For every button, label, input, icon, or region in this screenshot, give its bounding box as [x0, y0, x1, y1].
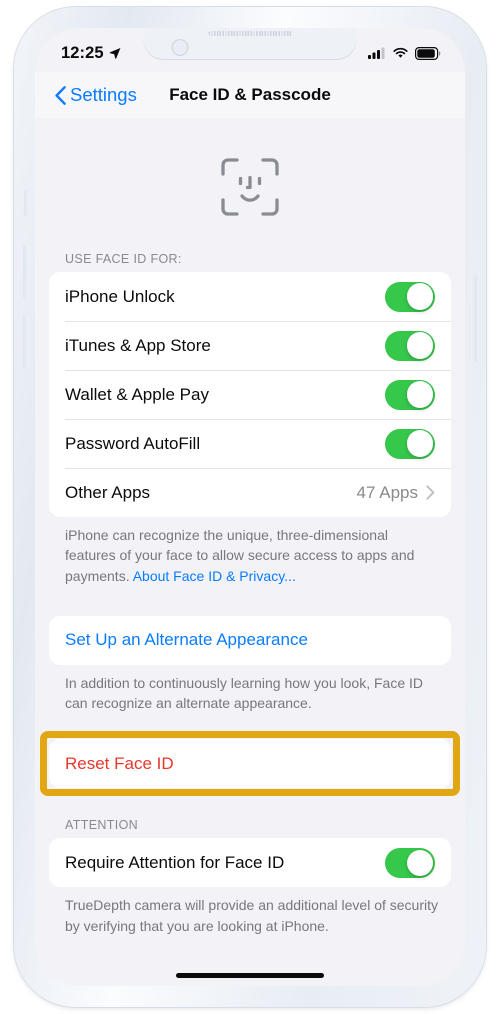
status-bar-left: 12:25	[61, 44, 121, 63]
row-reset-face-id[interactable]: Reset Face ID	[49, 739, 451, 788]
row-label: Password AutoFill	[65, 433, 201, 453]
row-wallet-apple-pay[interactable]: Wallet & Apple Pay	[49, 370, 451, 419]
face-id-icon	[221, 158, 279, 216]
iphone-device-frame: 12:25 Settings Face ID & Passcode USE FA…	[14, 7, 486, 1007]
cellular-bars-icon	[368, 47, 385, 59]
toggle-wallet-apple-pay[interactable]	[385, 379, 435, 410]
side-power-button[interactable]	[471, 275, 477, 363]
toggle-knob	[406, 332, 434, 359]
toggle-knob	[406, 283, 434, 310]
volume-up-button[interactable]	[23, 245, 29, 299]
footnote-alternate-appearance: In addition to continuously learning how…	[65, 674, 423, 712]
row-label: Reset Face ID	[65, 753, 174, 773]
phone-screen: 12:25 Settings Face ID & Passcode USE FA…	[35, 28, 465, 986]
toggle-knob	[406, 849, 434, 877]
toggle-iphone-unlock[interactable]	[385, 281, 435, 312]
row-label: Other Apps	[65, 482, 151, 502]
row-label: Set Up an Alternate Appearance	[65, 630, 308, 650]
row-itunes-app-store[interactable]: iTunes & App Store	[49, 321, 451, 370]
group-alternate-appearance: Set Up an Alternate Appearance	[49, 615, 451, 665]
screenshot-root: 12:25 Settings Face ID & Passcode USE FA…	[0, 0, 500, 1014]
group-use-face-id: iPhone Unlock iTunes & App Store Wallet …	[49, 272, 451, 517]
toggle-itunes-app-store[interactable]	[385, 330, 435, 361]
row-value-other-apps: 47 Apps	[356, 482, 418, 502]
footnote-use-face-id: iPhone can recognize the unique, three-d…	[35, 517, 465, 586]
toggle-knob	[406, 381, 434, 408]
device-bezel: 12:25 Settings Face ID & Passcode USE FA…	[35, 28, 465, 986]
about-face-id-privacy-link[interactable]: About Face ID & Privacy...	[133, 568, 296, 584]
home-indicator[interactable]	[176, 972, 324, 978]
row-require-attention[interactable]: Require Attention for Face ID	[49, 838, 451, 887]
settings-scroll-view[interactable]: USE FACE ID FOR: iPhone Unlock iTunes & …	[35, 118, 465, 986]
row-label: iPhone Unlock	[65, 286, 175, 306]
toggle-password-autofill[interactable]	[385, 428, 435, 459]
group-reset-face-id: Reset Face ID	[49, 739, 451, 789]
status-bar-right	[368, 46, 441, 60]
status-bar: 12:25	[35, 28, 465, 72]
row-iphone-unlock[interactable]: iPhone Unlock	[49, 272, 451, 321]
section-header-use-face-id: USE FACE ID FOR:	[65, 252, 182, 266]
row-set-up-alternate-appearance[interactable]: Set Up an Alternate Appearance	[49, 616, 451, 665]
battery-icon	[415, 46, 441, 60]
row-other-apps[interactable]: Other Apps 47 Apps	[49, 468, 451, 517]
silent-switch-button[interactable]	[24, 190, 29, 216]
status-bar-time: 12:25	[61, 43, 104, 62]
back-button-label: Settings	[70, 84, 137, 105]
toggle-require-attention[interactable]	[385, 847, 435, 878]
volume-down-button[interactable]	[23, 315, 29, 369]
row-label: Wallet & Apple Pay	[65, 384, 209, 404]
chevron-left-icon	[55, 85, 66, 105]
group-attention: Require Attention for Face ID	[49, 838, 451, 888]
toggle-knob	[406, 430, 434, 457]
back-to-settings-button[interactable]: Settings	[35, 84, 137, 106]
row-password-autofill[interactable]: Password AutoFill	[49, 419, 451, 468]
chevron-right-icon	[426, 485, 435, 500]
row-label: Require Attention for Face ID	[65, 852, 285, 872]
footnote-attention: TrueDepth camera will provide an additio…	[65, 897, 438, 934]
wifi-icon	[393, 47, 408, 58]
face-id-hero	[35, 118, 465, 252]
reset-face-id-highlight-wrapper: Reset Face ID	[40, 731, 460, 797]
location-arrow-icon	[109, 48, 121, 59]
section-header-attention: ATTENTION	[65, 818, 139, 833]
navigation-bar: Settings Face ID & Passcode	[35, 72, 465, 118]
row-label: iTunes & App Store	[65, 335, 211, 355]
